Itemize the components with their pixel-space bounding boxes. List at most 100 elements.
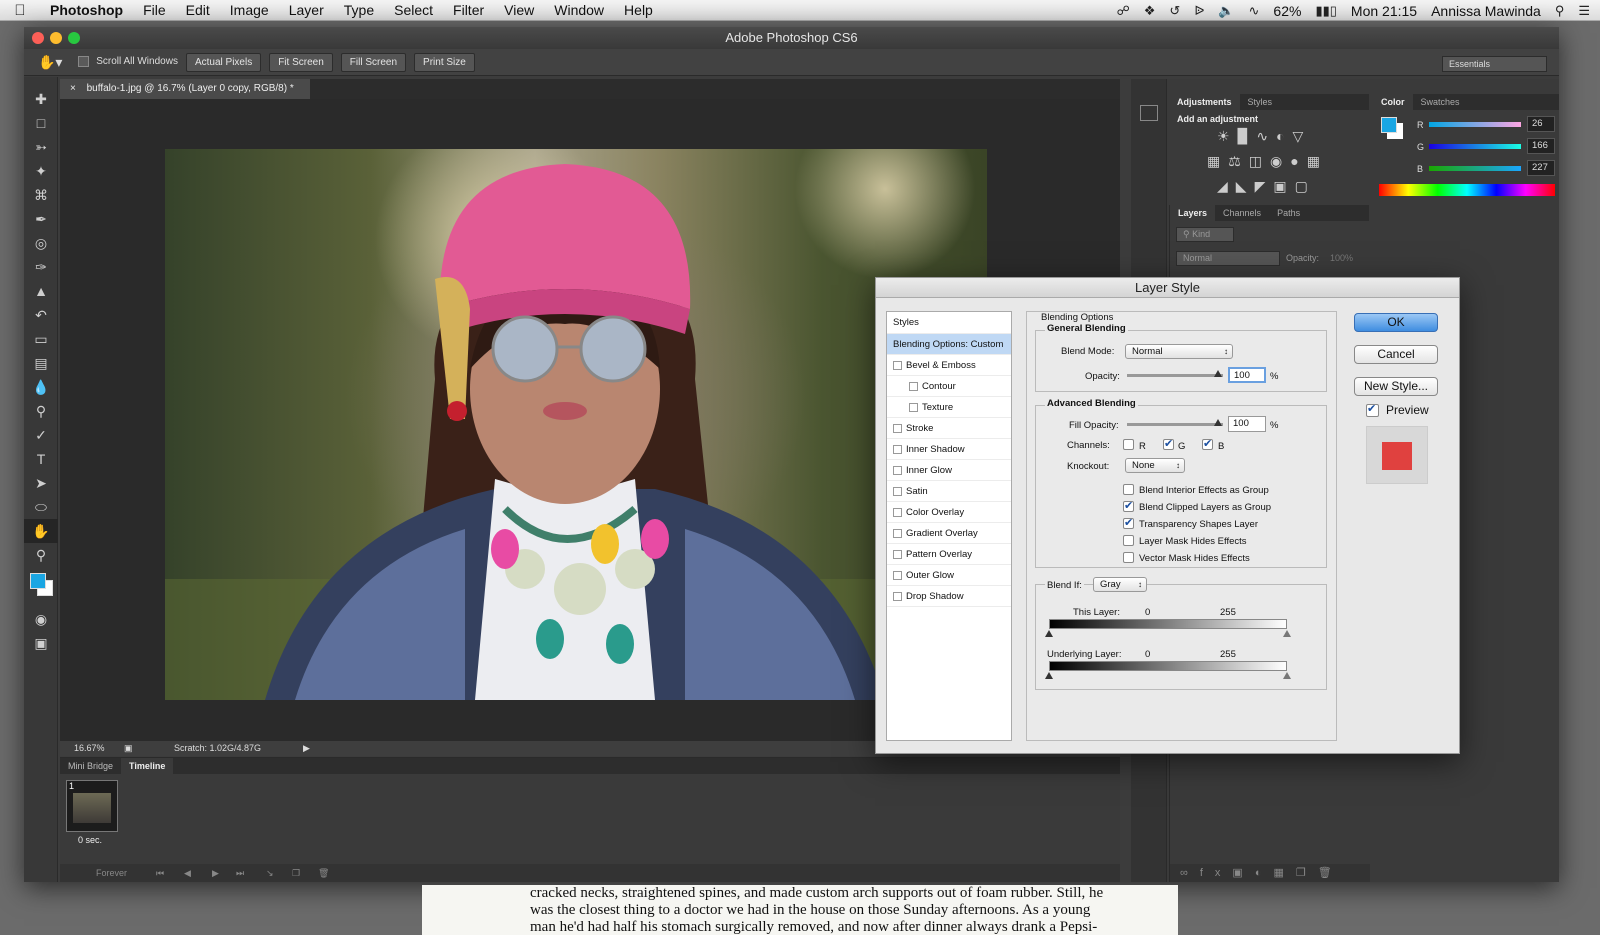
move-tool-icon[interactable]: ✚: [24, 87, 58, 111]
battery-icon[interactable]: ▮▮▯: [1315, 3, 1336, 19]
invert-icon[interactable]: ◢: [1217, 178, 1236, 194]
style-item[interactable]: Contour: [887, 376, 1011, 397]
knockout-select[interactable]: None: [1125, 458, 1185, 473]
menu-select[interactable]: Select: [384, 2, 443, 18]
threshold-icon[interactable]: ◤: [1255, 178, 1274, 194]
red-slider[interactable]: [1429, 122, 1521, 127]
prev-frame-icon[interactable]: ◀: [184, 864, 191, 882]
layer-opacity-value[interactable]: 100%: [1330, 253, 1353, 263]
dodge-tool-icon[interactable]: ⚲: [24, 399, 58, 423]
fill-opacity-slider-thumb[interactable]: [1214, 419, 1222, 426]
notification-list-icon[interactable]: ☰: [1578, 3, 1590, 19]
eraser-tool-icon[interactable]: ▭: [24, 327, 58, 351]
style-item[interactable]: Outer Glow: [887, 565, 1011, 586]
loop-option[interactable]: Forever: [96, 864, 127, 882]
style-item-checkbox[interactable]: [893, 486, 902, 496]
menubar-user[interactable]: Annissa Mawinda: [1431, 3, 1541, 19]
new-style-button[interactable]: New Style...: [1354, 377, 1438, 396]
advanced-option-checkbox[interactable]: [1123, 516, 1134, 529]
green-value[interactable]: 166: [1527, 138, 1555, 154]
status-info-icon[interactable]: ▣: [124, 741, 133, 756]
style-item[interactable]: Satin: [887, 481, 1011, 502]
red-value[interactable]: 26: [1527, 116, 1555, 132]
duplicate-frame-icon[interactable]: ❐: [292, 864, 300, 882]
ellipse-tool-icon[interactable]: ⬭: [24, 495, 58, 519]
gradient-tool-icon[interactable]: ▤: [24, 351, 58, 375]
eyedropper-tool-icon[interactable]: ✒: [24, 207, 58, 231]
quick-selection-tool-icon[interactable]: ✦: [24, 159, 58, 183]
curves-icon[interactable]: ∿: [1256, 128, 1276, 144]
advanced-option-checkbox[interactable]: [1123, 535, 1134, 546]
gradient-map-icon[interactable]: ▣: [1273, 178, 1294, 194]
style-item-checkbox[interactable]: [893, 591, 902, 601]
color-balance-icon[interactable]: ⚖: [1228, 153, 1249, 169]
scroll-all-windows-checkbox[interactable]: [78, 56, 90, 68]
tab-swatches[interactable]: Swatches: [1413, 94, 1468, 110]
menu-layer[interactable]: Layer: [279, 2, 334, 18]
fit-screen-button[interactable]: Fit Screen: [269, 52, 333, 72]
style-item[interactable]: Color Overlay: [887, 502, 1011, 523]
zoom-window-button[interactable]: [68, 32, 80, 44]
document-photo[interactable]: [165, 149, 987, 700]
path-selection-tool-icon[interactable]: ➤: [24, 471, 58, 495]
minimize-window-button[interactable]: [50, 32, 62, 44]
this-layer-black-thumb[interactable]: [1045, 630, 1053, 637]
menu-image[interactable]: Image: [220, 2, 279, 18]
screen-mode-icon[interactable]: ▣: [24, 631, 58, 655]
channel-r-checkbox[interactable]: [1123, 439, 1134, 450]
blur-tool-icon[interactable]: 💧: [24, 375, 58, 399]
this-layer-white-thumb[interactable]: [1283, 630, 1291, 637]
first-frame-icon[interactable]: ⏮: [156, 864, 164, 882]
menu-edit[interactable]: Edit: [176, 2, 220, 18]
adjustment-layer-icon[interactable]: ◐: [1255, 867, 1274, 879]
posterize-icon[interactable]: ◣: [1236, 178, 1255, 194]
style-item[interactable]: Inner Shadow: [887, 439, 1011, 460]
tab-paths[interactable]: Paths: [1269, 205, 1308, 221]
photo-filter-icon[interactable]: ◉: [1270, 153, 1290, 169]
layer-blend-mode[interactable]: Normal: [1176, 251, 1280, 266]
style-item-checkbox[interactable]: [909, 402, 918, 412]
tween-icon[interactable]: ↘: [266, 864, 274, 882]
style-item-checkbox[interactable]: [893, 570, 902, 580]
advanced-option-checkbox[interactable]: [1123, 484, 1134, 495]
style-item[interactable]: Inner Glow: [887, 460, 1011, 481]
underlying-white-thumb[interactable]: [1283, 672, 1291, 679]
tab-adjustments[interactable]: Adjustments: [1169, 94, 1240, 110]
fill-opacity-slider[interactable]: [1127, 423, 1223, 426]
menu-view[interactable]: View: [494, 2, 544, 18]
history-panel-icon[interactable]: [1139, 105, 1158, 121]
wifi-icon[interactable]: ∿: [1249, 3, 1260, 19]
menu-help[interactable]: Help: [614, 2, 663, 18]
quick-mask-icon[interactable]: ◉: [24, 607, 58, 631]
opacity-input[interactable]: 100: [1228, 367, 1266, 383]
channel-g-checkbox[interactable]: [1163, 437, 1174, 450]
channel-b-checkbox[interactable]: [1202, 437, 1213, 450]
type-tool-icon[interactable]: T: [24, 447, 58, 471]
spotlight-search-icon[interactable]: ⚲: [1555, 3, 1565, 19]
channel-mixer-icon[interactable]: ●: [1290, 153, 1306, 169]
style-item-checkbox[interactable]: [893, 528, 902, 538]
menu-app-name[interactable]: Photoshop: [40, 2, 133, 18]
new-group-icon[interactable]: ▦: [1273, 867, 1295, 879]
styles-header[interactable]: Styles: [887, 312, 1011, 334]
menu-window[interactable]: Window: [544, 2, 614, 18]
crop-tool-icon[interactable]: ⌘: [24, 183, 58, 207]
style-item[interactable]: Drop Shadow: [887, 586, 1011, 607]
style-item[interactable]: Texture: [887, 397, 1011, 418]
new-layer-icon[interactable]: ❐: [1296, 867, 1318, 879]
opacity-slider-thumb[interactable]: [1214, 370, 1222, 377]
black-white-icon[interactable]: ◫: [1249, 153, 1270, 169]
color-lookup-icon[interactable]: ▦: [1307, 153, 1328, 169]
style-item-checkbox[interactable]: [893, 465, 902, 475]
frame-delay[interactable]: 0 sec.: [78, 835, 102, 845]
layer-fx-icon[interactable]: fx: [1200, 867, 1233, 879]
zoom-tool-icon[interactable]: ⚲: [24, 543, 58, 567]
tab-timeline[interactable]: Timeline: [121, 758, 174, 774]
status-menu-arrow-icon[interactable]: ▶: [303, 741, 310, 756]
dropbox-icon[interactable]: ❖: [1144, 3, 1156, 19]
fill-screen-button[interactable]: Fill Screen: [340, 52, 407, 72]
document-tab[interactable]: × buffalo-1.jpg @ 16.7% (Layer 0 copy, R…: [60, 79, 310, 99]
battery-percent[interactable]: 62%: [1273, 3, 1301, 19]
blue-value[interactable]: 227: [1527, 160, 1555, 176]
layer-filter-kind[interactable]: ⚲ Kind: [1176, 227, 1234, 242]
